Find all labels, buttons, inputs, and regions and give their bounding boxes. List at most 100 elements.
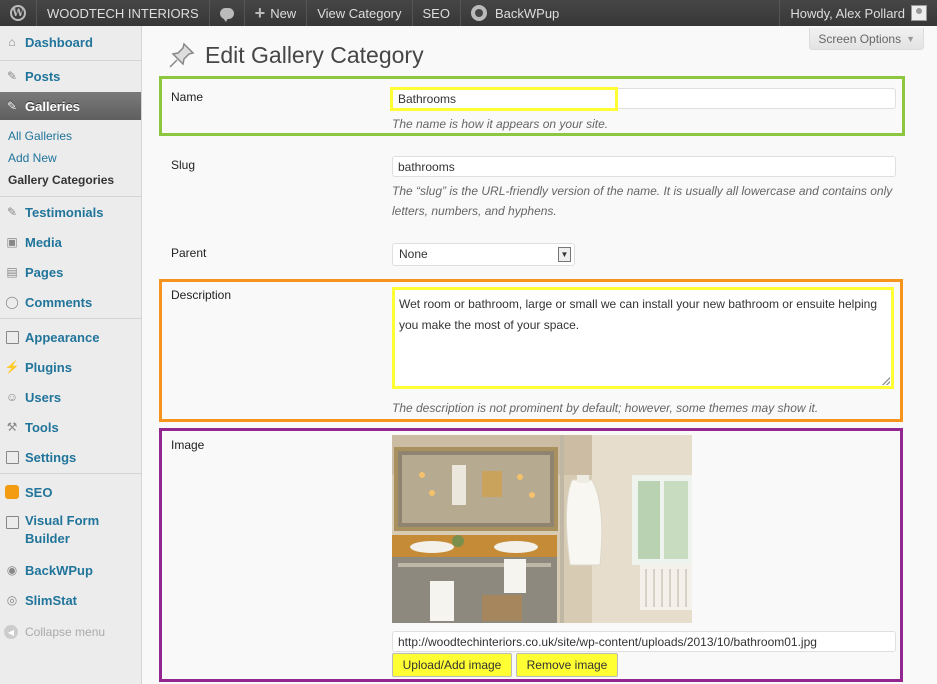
new-content-menu[interactable]: + New <box>245 0 308 26</box>
view-category-link[interactable]: View Category <box>307 0 413 26</box>
appearance-icon <box>4 329 20 345</box>
menu-label-line: Visual Form <box>25 513 100 528</box>
menu-label: BackWPup <box>25 562 93 578</box>
image-label: Image <box>171 438 205 452</box>
tools-icon: ⚒ <box>6 420 18 434</box>
slug-description-line: letters, numbers, and hyphens. <box>392 204 557 218</box>
parent-select[interactable]: None ▼ <box>392 243 575 266</box>
pushpin-icon: ✎ <box>6 99 18 113</box>
plus-icon: + <box>254 3 266 23</box>
collapse-menu-button[interactable]: ◀ Collapse menu <box>4 625 105 639</box>
menu-label: Appearance <box>25 329 100 345</box>
pushpin-icon: ✎ <box>6 205 18 219</box>
my-account-menu[interactable]: Howdy, Alex Pollard <box>779 0 937 26</box>
upload-add-image-button[interactable]: Upload/Add image <box>392 653 512 677</box>
slug-label: Slug <box>171 158 196 172</box>
seo-icon <box>4 484 20 500</box>
admin-sidebar: ⌂ Dashboard ✎ Posts ✎ Galleries All Galleri… <box>0 26 142 684</box>
home-icon: ⌂ <box>8 35 16 49</box>
image-url-value: http://woodtechinteriors.co.uk/site/wp-c… <box>398 634 817 649</box>
name-description: The name is how it appears on your site. <box>392 117 609 131</box>
remove-image-button[interactable]: Remove image <box>516 653 618 677</box>
menu-comments[interactable]: ◯ Comments <box>0 290 141 314</box>
collapse-arrow-icon: ◀ <box>4 625 18 639</box>
avatar <box>911 5 927 21</box>
description-value: Wet room or bathroom, large or small we … <box>399 297 878 332</box>
menu-seo[interactable]: SEO <box>0 480 141 504</box>
menu-testimonials[interactable]: ✎ Testimonials <box>0 200 141 224</box>
menu-label: Posts <box>25 68 61 84</box>
wordpress-logo-icon: W <box>10 5 26 21</box>
plugin-icon: ⚡ <box>4 360 20 374</box>
menu-separator <box>0 318 141 319</box>
description-hint: The description is not prominent by defa… <box>392 401 819 415</box>
seo-menu[interactable]: SEO <box>413 0 461 26</box>
new-label: New <box>270 5 297 21</box>
media-icon: ▣ <box>6 235 18 249</box>
category-image-preview <box>392 435 692 623</box>
menu-galleries[interactable]: ✎ Galleries <box>0 92 141 120</box>
menu-label: Plugins <box>25 359 72 375</box>
menu-slimstat[interactable]: ◎ SlimStat <box>0 588 141 612</box>
menu-label: SlimStat <box>25 592 78 608</box>
menu-pages[interactable]: ▤ Pages <box>0 260 141 284</box>
menu-plugins[interactable]: ⚡ Plugins <box>0 355 141 379</box>
submenu-all-galleries[interactable]: All Galleries <box>8 129 72 143</box>
menu-separator <box>0 60 141 61</box>
comment-bubble-icon <box>219 7 234 22</box>
pushpin-icon: ✎ <box>6 69 18 83</box>
submenu-gallery-categories[interactable]: Gallery Categories <box>8 173 114 187</box>
menu-tools[interactable]: ⚒ Tools <box>0 415 141 439</box>
site-name-link[interactable]: WOODTECH INTERIORS <box>37 0 210 26</box>
menu-media[interactable]: ▣ Media <box>0 230 141 254</box>
description-textarea[interactable]: Wet room or bathroom, large or small we … <box>392 287 894 389</box>
name-label: Name <box>171 90 204 104</box>
dropdown-arrow-icon: ▼ <box>558 247 571 262</box>
backwpup-label: BackWPup <box>494 5 560 21</box>
menu-label: Users <box>25 389 62 405</box>
form-icon <box>4 514 20 530</box>
menu-label: Dashboard <box>25 34 93 50</box>
backwpup-icon <box>470 5 487 21</box>
menu-backwpup[interactable]: ◉ BackWPup <box>0 558 141 582</box>
submenu-add-new[interactable]: Add New <box>8 151 57 165</box>
menu-separator <box>0 473 141 474</box>
menu-dashboard[interactable]: ⌂ Dashboard <box>0 30 141 54</box>
menu-visual-form-builder[interactable]: Visual Form Builder <box>0 512 141 548</box>
bathroom-photo-icon <box>392 435 692 623</box>
name-value-highlight <box>390 87 618 111</box>
slimstat-icon: ◎ <box>6 593 18 607</box>
menu-settings[interactable]: Settings <box>0 445 141 469</box>
image-url-input[interactable]: http://woodtechinteriors.co.uk/site/wp-c… <box>392 631 896 652</box>
wp-logo-menu[interactable]: W <box>0 0 37 26</box>
screen-options-button[interactable]: Screen Options ▼ <box>809 28 924 50</box>
backwpup-menu[interactable]: BackWPup <box>461 0 569 26</box>
page-title: Edit Gallery Category <box>205 42 424 68</box>
menu-label: Pages <box>25 264 64 280</box>
screen-options-label: Screen Options <box>818 31 902 46</box>
menu-label: Testimonials <box>25 204 104 220</box>
slug-value: bathrooms <box>398 159 455 174</box>
pushpin-icon <box>169 42 195 68</box>
menu-separator <box>0 196 141 197</box>
menu-label: Settings <box>25 449 77 465</box>
users-icon: ☺ <box>5 390 19 404</box>
settings-icon <box>4 449 20 465</box>
backwpup-icon: ◉ <box>6 563 18 577</box>
menu-posts[interactable]: ✎ Posts <box>0 64 141 88</box>
comments-icon: ◯ <box>5 295 19 309</box>
menu-label: Comments <box>25 294 93 310</box>
comments-link[interactable] <box>210 0 245 26</box>
slug-input[interactable]: bathrooms <box>392 156 896 177</box>
menu-users[interactable]: ☺ Users <box>0 385 141 409</box>
admin-bar: W WOODTECH INTERIORS + New View Category … <box>0 0 937 26</box>
slug-description: The “slug” is the URL-friendly version o… <box>392 181 902 221</box>
main-content: Screen Options ▼ Edit Gallery Category Na… <box>143 26 937 684</box>
resize-handle-icon[interactable] <box>882 377 890 385</box>
pages-icon: ▤ <box>6 265 18 279</box>
menu-label: Tools <box>25 419 59 435</box>
menu-appearance[interactable]: Appearance <box>0 325 141 349</box>
howdy-label: Howdy, Alex Pollard <box>790 5 905 21</box>
menu-label: SEO <box>25 484 53 500</box>
chevron-down-icon: ▼ <box>906 33 915 44</box>
